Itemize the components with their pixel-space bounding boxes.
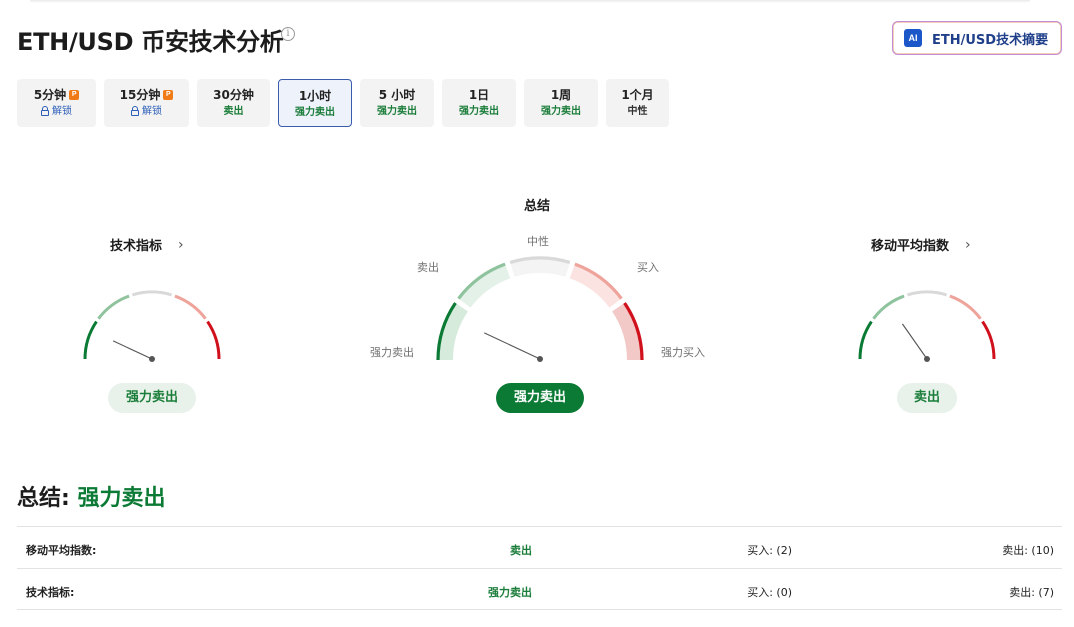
segment-buy bbox=[949, 294, 982, 320]
summary-heading-value: 强力卖出 bbox=[77, 486, 166, 511]
row-name: 技术指标: bbox=[26, 586, 75, 599]
row-sell-count: 卖出: (7) bbox=[1009, 586, 1054, 599]
moving-avg-result-badge: 卖出 bbox=[897, 383, 957, 413]
segment-strong-buy bbox=[981, 320, 996, 360]
row-signal: 卖出 bbox=[510, 544, 532, 557]
summary-heading-label: 总结: bbox=[17, 486, 70, 511]
segment-neutral bbox=[906, 290, 948, 297]
summary-table: 移动平均指数: 卖出 买入: (2) 卖出: (10) 技术指标: 强力卖出 买… bbox=[17, 526, 1062, 610]
row-name: 移动平均指数: bbox=[26, 544, 97, 557]
summary-heading: 总结: 强力卖出 bbox=[17, 480, 166, 512]
table-row: 技术指标: 强力卖出 买入: (0) 卖出: (7) bbox=[17, 568, 1062, 610]
gauge-needle-hub bbox=[924, 356, 930, 362]
row-sell-count: 卖出: (10) bbox=[1002, 544, 1054, 557]
row-buy-count: 买入: (2) bbox=[747, 544, 792, 557]
table-row: 移动平均指数: 卖出 买入: (2) 卖出: (10) bbox=[17, 526, 1062, 568]
row-buy-count: 买入: (0) bbox=[747, 586, 792, 599]
gauge-needle bbox=[901, 323, 928, 360]
segment-sell bbox=[872, 294, 905, 320]
row-signal: 强力卖出 bbox=[488, 586, 532, 599]
segment-strong-sell bbox=[858, 320, 873, 360]
